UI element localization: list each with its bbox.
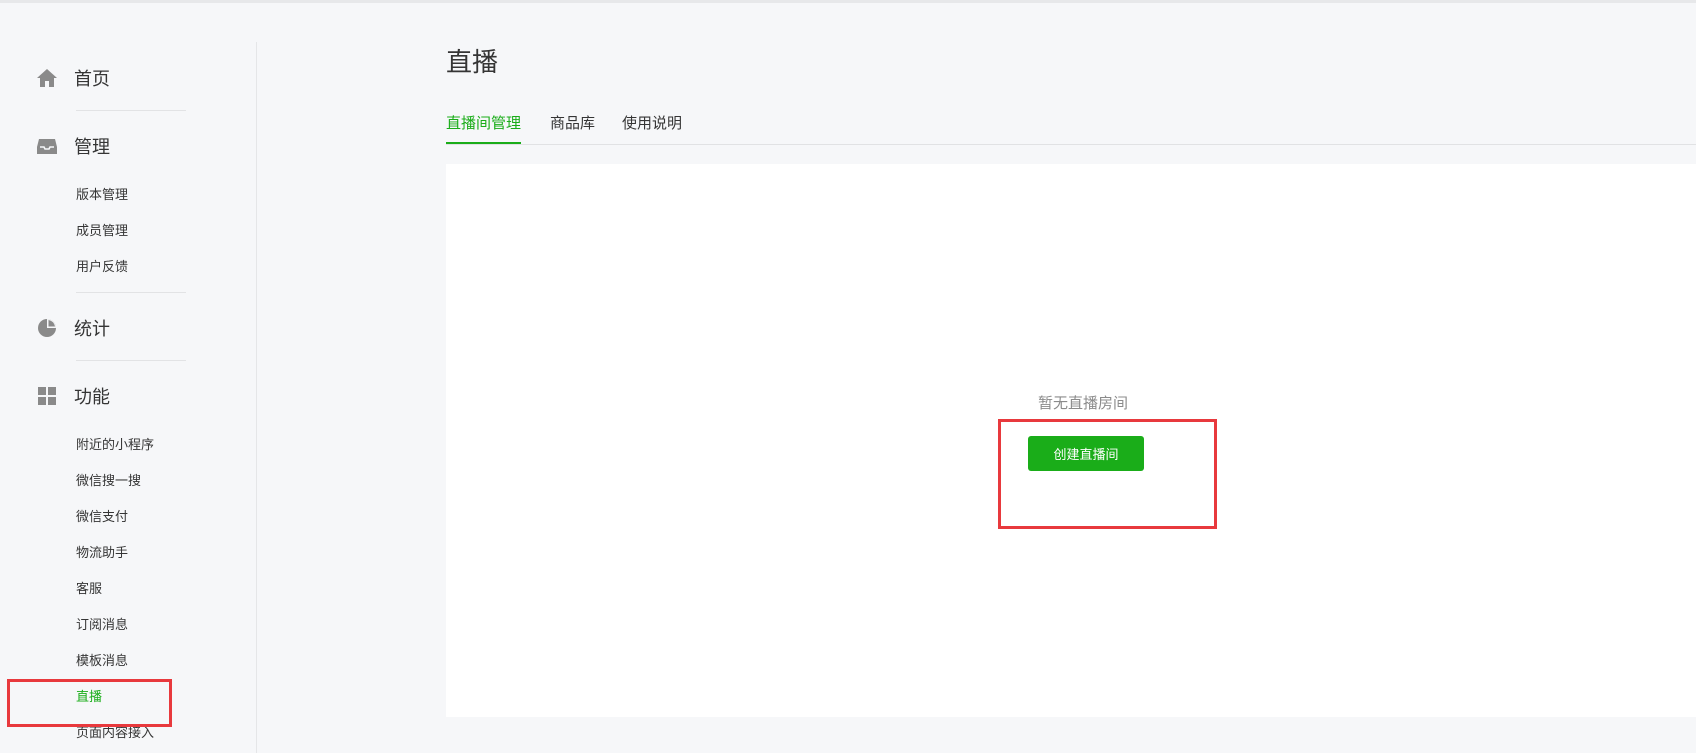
sidebar-section-features[interactable]: 功能 bbox=[36, 378, 110, 414]
inbox-icon bbox=[36, 135, 58, 157]
divider bbox=[76, 110, 186, 111]
pie-chart-icon bbox=[36, 317, 58, 339]
tab-instructions[interactable]: 使用说明 bbox=[622, 112, 682, 144]
sidebar-item-nearby-miniprogram[interactable]: 附近的小程序 bbox=[76, 436, 154, 456]
page-title: 直播 bbox=[446, 48, 499, 78]
sidebar-section-label: 统计 bbox=[74, 319, 110, 340]
home-icon bbox=[36, 67, 58, 89]
sidebar: 首页 管理 版本管理 成员管理 用户反馈 统计 功能 附近的小程序 微信搜一搜 … bbox=[0, 0, 257, 753]
sidebar-item-wechat-search[interactable]: 微信搜一搜 bbox=[76, 472, 141, 492]
sidebar-section-label: 管理 bbox=[74, 137, 110, 158]
sidebar-item-user-feedback[interactable]: 用户反馈 bbox=[76, 258, 128, 278]
annotation-highlight-live bbox=[7, 679, 172, 727]
sidebar-section-label: 功能 bbox=[74, 387, 110, 408]
empty-state-text: 暂无直播房间 bbox=[1038, 394, 1129, 412]
sidebar-item-customer-service[interactable]: 客服 bbox=[76, 580, 102, 600]
sidebar-section-home[interactable]: 首页 bbox=[36, 60, 110, 96]
tab-live-room-management[interactable]: 直播间管理 bbox=[446, 112, 522, 144]
sidebar-divider bbox=[256, 42, 257, 753]
sidebar-item-page-content-access[interactable]: 页面内容接入 bbox=[76, 724, 154, 744]
sidebar-item-subscribe-message[interactable]: 订阅消息 bbox=[76, 616, 128, 636]
sidebar-item-template-message[interactable]: 模板消息 bbox=[76, 652, 128, 672]
grid-icon bbox=[36, 385, 58, 407]
sidebar-section-statistics[interactable]: 统计 bbox=[36, 310, 110, 346]
tab-bar: 直播间管理 商品库 使用说明 bbox=[446, 108, 1696, 145]
sidebar-item-logistics[interactable]: 物流助手 bbox=[76, 544, 128, 564]
sidebar-item-member-management[interactable]: 成员管理 bbox=[76, 222, 128, 242]
annotation-highlight-create bbox=[998, 419, 1217, 529]
sidebar-section-manage[interactable]: 管理 bbox=[36, 128, 110, 164]
sidebar-item-wechat-pay[interactable]: 微信支付 bbox=[76, 508, 128, 528]
sidebar-section-label: 首页 bbox=[74, 69, 110, 90]
divider bbox=[76, 292, 186, 293]
sidebar-item-version-management[interactable]: 版本管理 bbox=[76, 186, 128, 206]
tab-product-library[interactable]: 商品库 bbox=[550, 112, 595, 144]
divider bbox=[76, 360, 186, 361]
